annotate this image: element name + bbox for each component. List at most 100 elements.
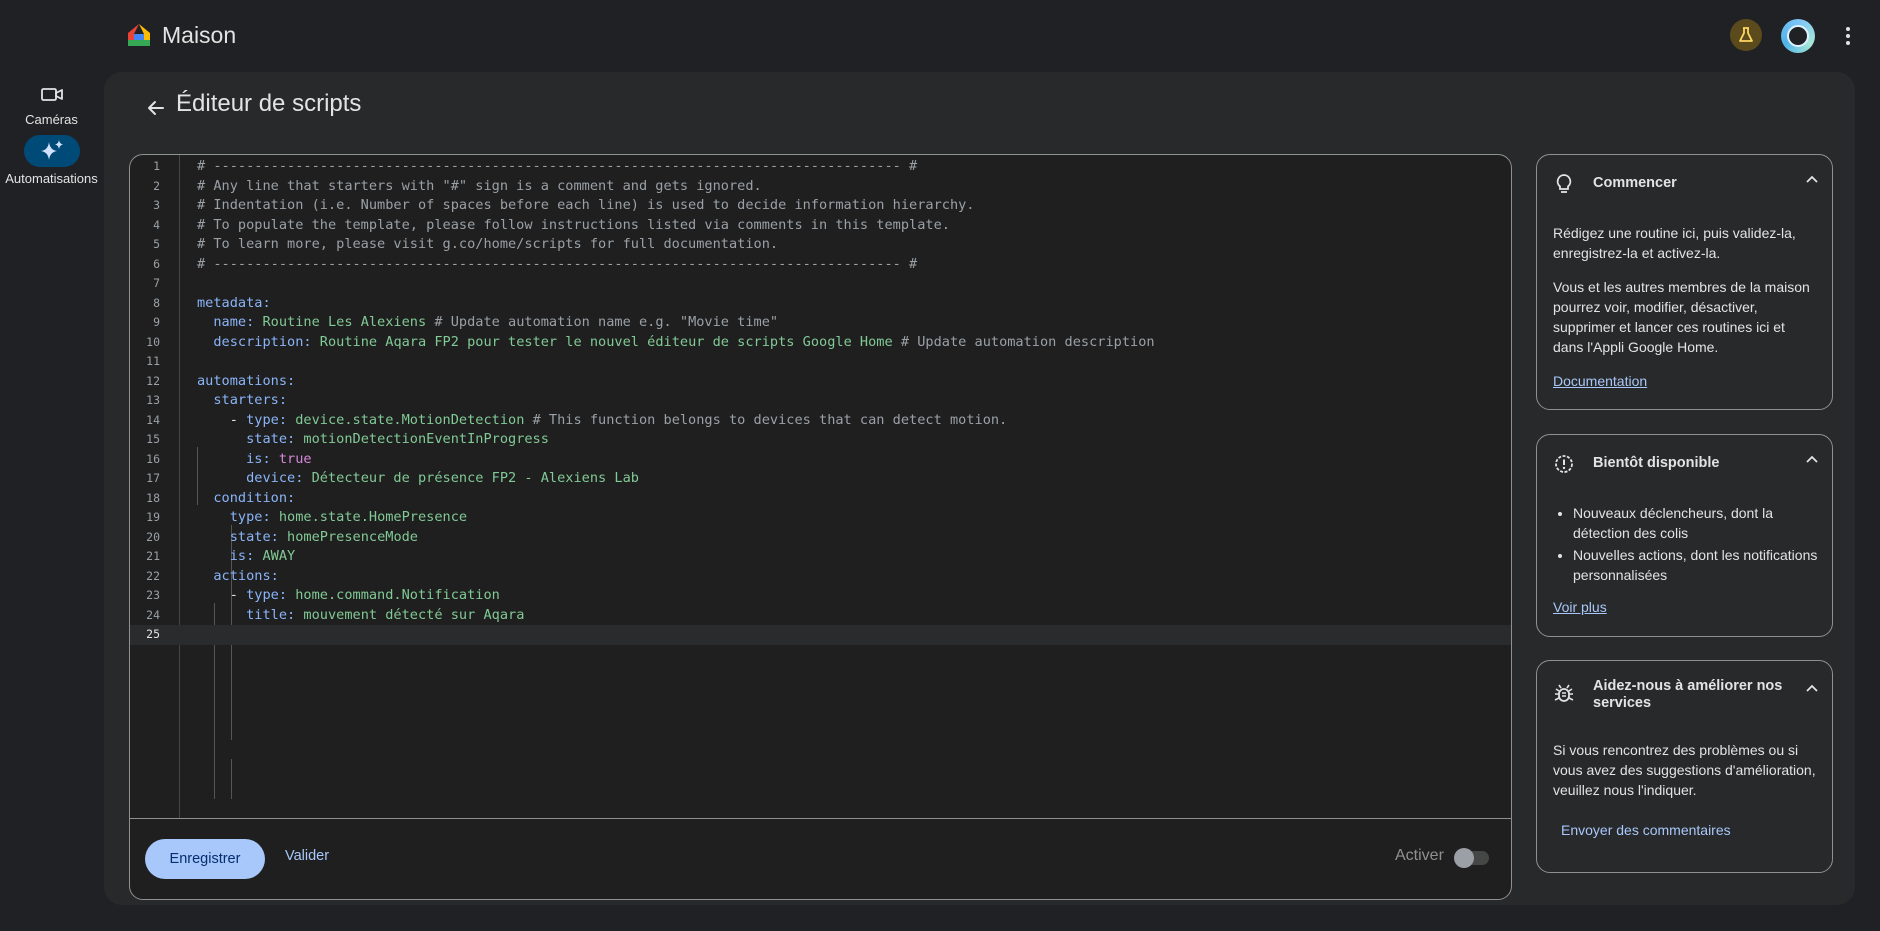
code-text: # To populate the template, please follo… <box>197 216 950 236</box>
code-line[interactable]: 20 state: homePresenceMode <box>130 528 1511 548</box>
code-line[interactable]: 8 metadata: <box>130 294 1511 314</box>
code-line[interactable]: 23 - type: home.command.Notification <box>130 586 1511 606</box>
code-text: # --------------------------------------… <box>197 255 917 275</box>
code-token: motionDetectionEventInProgress <box>303 431 549 447</box>
app-title: Maison <box>162 22 237 48</box>
alert-gear-icon <box>1551 451 1577 477</box>
code-line[interactable]: 11 <box>130 352 1511 372</box>
code-text: state: motionDetectionEventInProgress <box>197 430 549 450</box>
chevron-up-icon[interactable] <box>1804 172 1820 188</box>
code-line[interactable]: 15 state: motionDetectionEventInProgress <box>130 430 1511 450</box>
line-number: 15 <box>146 432 160 446</box>
nav-label-automations: Automatisations <box>5 171 98 186</box>
send-feedback-link[interactable]: Envoyer des commentaires <box>1561 822 1731 838</box>
code-line[interactable]: 5 # To learn more, please visit g.co/home… <box>130 235 1511 255</box>
card-get-started: Commencer Rédigez une routine ici, puis … <box>1536 154 1833 410</box>
code-token: automations: <box>197 372 296 389</box>
more-options-icon[interactable] <box>1836 21 1860 51</box>
see-more-link[interactable]: Voir plus <box>1553 599 1607 615</box>
google-home-logo[interactable] <box>126 22 152 48</box>
back-button[interactable] <box>140 92 172 124</box>
code-text: actions: <box>197 567 278 587</box>
code-line[interactable]: 13 starters: <box>130 391 1511 411</box>
code-token: name: <box>213 314 255 330</box>
activate-label: Activer <box>1395 847 1444 864</box>
code-text: device: Détecteur de présence FP2 - Alex… <box>197 469 639 489</box>
code-line[interactable]: 3 # Indentation (i.e. Number of spaces be… <box>130 196 1511 216</box>
code-line[interactable]: 14 - type: device.state.MotionDetection … <box>130 411 1511 431</box>
code-text: # Indentation (i.e. Number of spaces bef… <box>197 196 975 216</box>
documentation-link[interactable]: Documentation <box>1553 373 1647 389</box>
code-line[interactable]: 16 is: true <box>130 450 1511 470</box>
activate-toggle[interactable] <box>1454 848 1489 868</box>
code-token: Routine Aqara FP2 pour tester le nouvel … <box>319 333 893 350</box>
code-line[interactable]: 24 title: mouvement détecté sur Aqara <box>130 606 1511 626</box>
code-token: state: <box>246 431 296 447</box>
code-line[interactable]: 18 condition: <box>130 489 1511 509</box>
line-number: 1 <box>153 159 160 173</box>
card-title: Bientôt disponible <box>1593 455 1720 471</box>
code-text: automations: <box>197 372 295 392</box>
account-avatar[interactable] <box>1781 19 1815 53</box>
chevron-up-icon[interactable] <box>1804 681 1820 697</box>
code-line[interactable]: 9 name: Routine Les Alexiens # Update au… <box>130 313 1511 333</box>
code-token: # Any line that starters with "#" sign i… <box>197 177 762 194</box>
code-token: homePresenceMode <box>287 528 418 545</box>
code-token: metadata: <box>197 294 271 311</box>
code-line[interactable]: 1 # -------------------------------------… <box>130 157 1511 177</box>
code-line[interactable]: 25 <box>130 625 1511 645</box>
line-number: 12 <box>146 373 160 388</box>
code-token: mouvement détecté sur Aqara <box>303 606 525 623</box>
editor-footer: Enregistrer Valider Activer <box>130 819 1511 899</box>
line-number: 23 <box>146 588 160 602</box>
code-line[interactable]: 22 actions: <box>130 567 1511 587</box>
nav-item-automations[interactable]: Automatisations <box>0 135 103 186</box>
code-editor[interactable]: 1 # -------------------------------------… <box>130 155 1511 819</box>
line-number: 25 <box>146 627 160 641</box>
code-line[interactable]: 19 type: home.state.HomePresence <box>130 508 1511 528</box>
code-line[interactable]: 6 # -------------------------------------… <box>130 255 1511 275</box>
line-number: 21 <box>146 549 160 563</box>
code-token: # Update automation description <box>900 333 1155 350</box>
code-text: # To learn more, please visit g.co/home/… <box>197 235 778 255</box>
line-number: 17 <box>146 471 160 485</box>
code-line[interactable]: 7 <box>130 274 1511 294</box>
code-text: name: Routine Les Alexiens # Update auto… <box>197 313 778 333</box>
code-token: type: <box>246 411 288 428</box>
code-line[interactable]: 21 is: AWAY <box>130 547 1511 567</box>
chevron-up-icon[interactable] <box>1804 452 1820 468</box>
code-token: AWAY <box>262 548 296 564</box>
code-line[interactable]: 10 description: Routine Aqara FP2 pour t… <box>130 333 1511 353</box>
code-text: # Any line that starters with "#" sign i… <box>197 177 762 197</box>
lightbulb-icon <box>1551 171 1577 197</box>
sparkle-icon <box>40 140 63 160</box>
list-item: Nouvelles actions, dont les notification… <box>1573 545 1818 585</box>
code-text: title: mouvement détecté sur Aqara <box>197 606 524 626</box>
code-line[interactable]: 2 # Any line that starters with "#" sign … <box>130 177 1511 197</box>
code-line[interactable]: 4 # To populate the template, please foll… <box>130 216 1511 236</box>
code-line[interactable]: 17 device: Détecteur de présence FP2 - A… <box>130 469 1511 489</box>
nav-item-cameras[interactable]: Caméras <box>0 78 103 127</box>
save-button[interactable]: Enregistrer <box>145 839 265 879</box>
validate-button[interactable]: Valider <box>285 848 329 864</box>
line-number: 11 <box>146 354 160 368</box>
labs-button[interactable] <box>1730 19 1762 51</box>
card-title: Commencer <box>1593 175 1677 191</box>
camera-icon <box>40 88 63 101</box>
nav-label-cameras: Caméras <box>25 112 78 127</box>
code-line[interactable]: 12 automations: <box>130 372 1511 392</box>
